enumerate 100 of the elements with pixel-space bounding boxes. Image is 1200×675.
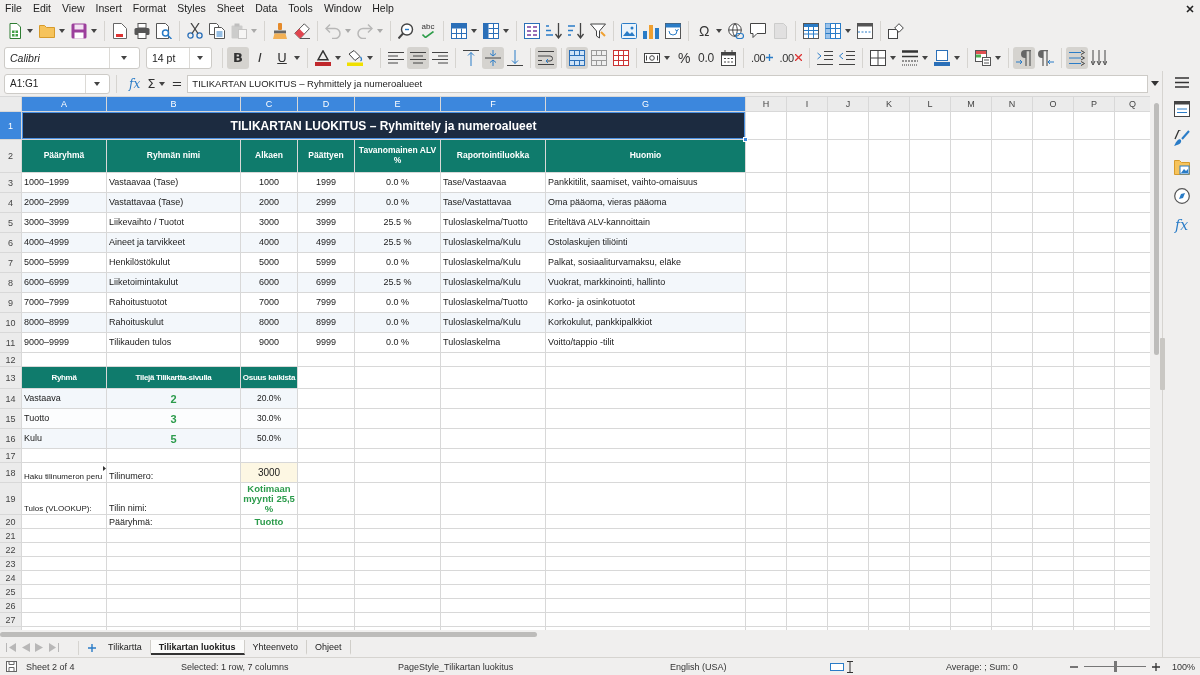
delete-decimal-button[interactable]: .00	[776, 46, 805, 69]
caret-icon[interactable]	[59, 28, 65, 33]
table-columns-icon[interactable]	[483, 22, 499, 39]
scrollbar-thumb[interactable]	[0, 632, 537, 637]
magnifier-icon[interactable]	[398, 22, 414, 39]
caret-icon[interactable]	[994, 55, 1001, 60]
caret-icon[interactable]	[845, 28, 851, 33]
column-header[interactable]: B	[107, 97, 240, 111]
caret-icon[interactable]	[503, 28, 509, 33]
bar-chart-icon[interactable]	[643, 22, 659, 39]
sheet-tab[interactable]: Yhteenveto	[244, 640, 308, 655]
compass-icon[interactable]	[1173, 188, 1190, 204]
image-icon[interactable]	[621, 22, 637, 39]
caret-icon[interactable]	[27, 28, 33, 33]
sidebar-collapse-handle[interactable]	[1160, 338, 1165, 390]
function-wizard-button[interactable]: fx	[125, 73, 145, 94]
column-header[interactable]: O	[1033, 97, 1073, 111]
text-direction-button[interactable]	[1065, 46, 1088, 69]
sheet-tab[interactable]: Ohjeet	[307, 640, 351, 655]
caret-icon[interactable]	[953, 55, 960, 60]
column-header[interactable]: F	[441, 97, 545, 111]
underline-button[interactable]: U	[271, 46, 293, 69]
add-decimal-button[interactable]: .00	[748, 46, 777, 69]
vertical-text-icon[interactable]	[1090, 49, 1107, 66]
caret-icon[interactable]	[196, 55, 203, 60]
calendar-icon[interactable]	[720, 49, 736, 66]
column-header[interactable]: H	[746, 97, 786, 111]
formula-input[interactable]: TILIKARTAN LUOKITUS – Ryhmittely ja numeroalueet	[187, 74, 1148, 93]
scissors-icon[interactable]	[187, 22, 203, 39]
column-header[interactable]: N	[992, 97, 1032, 111]
align-center-button[interactable]	[407, 46, 429, 69]
column-header[interactable]: J	[828, 97, 868, 111]
document-icon[interactable]	[113, 22, 127, 39]
sheet-tab[interactable]: Tilikartan luokitus	[150, 640, 245, 655]
font-size-field[interactable]: 14 pt	[146, 46, 212, 69]
caret-icon[interactable]	[921, 55, 928, 60]
floppy-disk-icon[interactable]	[6, 661, 17, 672]
column-header[interactable]: K	[869, 97, 909, 111]
caret-icon[interactable]	[664, 55, 670, 60]
globe-link-icon[interactable]	[728, 22, 744, 39]
column-header[interactable]: L	[910, 97, 950, 111]
menu-item[interactable]: View	[57, 2, 91, 15]
selection-mode-icon[interactable]	[830, 662, 844, 671]
column-header[interactable]: Q	[1115, 97, 1150, 111]
column-header[interactable]: G	[546, 97, 745, 111]
row-header[interactable]: 1	[0, 112, 21, 139]
sum-button[interactable]: Σ	[144, 73, 159, 94]
shapes-icon[interactable]	[888, 22, 904, 39]
spreadsheet-document-icon[interactable]	[7, 22, 23, 39]
wrap-text-button[interactable]	[535, 46, 557, 69]
triangle-color-bar-icon[interactable]	[315, 49, 331, 66]
caret-icon[interactable]	[471, 28, 477, 33]
caret-icon[interactable]	[159, 81, 166, 86]
paint-bucket-icon[interactable]	[347, 49, 363, 66]
window-split-icon[interactable]	[857, 22, 873, 39]
close-icon[interactable]	[1186, 4, 1194, 13]
scrollbar-thumb[interactable]	[1153, 103, 1159, 355]
indent-increase-icon[interactable]	[816, 49, 833, 66]
banknote-icon[interactable]	[644, 52, 660, 63]
caret-icon[interactable]	[889, 55, 896, 60]
number-format-button[interactable]: 0.0	[695, 46, 717, 69]
formula-button[interactable]: =	[168, 73, 186, 94]
sheet-tab[interactable]: Tilikartta	[100, 640, 151, 655]
document-magnifier-icon[interactable]	[156, 22, 172, 39]
table-icon[interactable]	[803, 22, 819, 39]
zoom-in-icon[interactable]	[1152, 662, 1160, 671]
merge-cells-icon[interactable]	[591, 49, 607, 66]
column-header[interactable]: A	[22, 97, 106, 111]
menu-item[interactable]: Styles	[172, 2, 212, 15]
functions-button[interactable]: fx	[1174, 217, 1189, 233]
name-box[interactable]: A1:G1	[4, 73, 110, 94]
font-name-field[interactable]: Calibri	[4, 46, 140, 69]
menu-item[interactable]: Insert	[90, 2, 128, 15]
sort-descending-icon[interactable]	[568, 22, 584, 39]
brush-icon[interactable]	[1173, 130, 1190, 146]
menu-icon[interactable]	[1174, 77, 1189, 88]
text-cursor-icon[interactable]	[847, 660, 853, 673]
funnel-icon[interactable]	[590, 22, 606, 39]
sort-icon[interactable]	[524, 22, 540, 39]
folder-image-icon[interactable]	[1173, 159, 1190, 175]
menu-item[interactable]: Edit	[27, 2, 57, 15]
caret-icon[interactable]	[1151, 81, 1159, 86]
panel-icon[interactable]	[1173, 101, 1190, 117]
column-header[interactable]: P	[1074, 97, 1114, 111]
table-rows-icon[interactable]	[451, 22, 467, 39]
spreadsheet-grid[interactable]	[0, 96, 1150, 630]
caret-icon[interactable]	[367, 55, 373, 60]
special-character-button[interactable]: Ω	[693, 19, 715, 42]
speech-bubble-icon[interactable]	[750, 22, 766, 39]
bold-button[interactable]: B	[227, 46, 249, 69]
sort-ascending-icon[interactable]	[546, 22, 562, 39]
column-header[interactable]: C	[241, 97, 297, 111]
split-cells-icon[interactable]	[613, 49, 629, 66]
column-header[interactable]: D	[298, 97, 354, 111]
zoom-level[interactable]: 100%	[1172, 661, 1196, 672]
printer-icon[interactable]	[134, 22, 150, 39]
borders-icon[interactable]	[869, 49, 886, 66]
column-header[interactable]: M	[951, 97, 991, 111]
caret-icon[interactable]	[294, 55, 300, 60]
pages-icon[interactable]	[209, 22, 225, 39]
